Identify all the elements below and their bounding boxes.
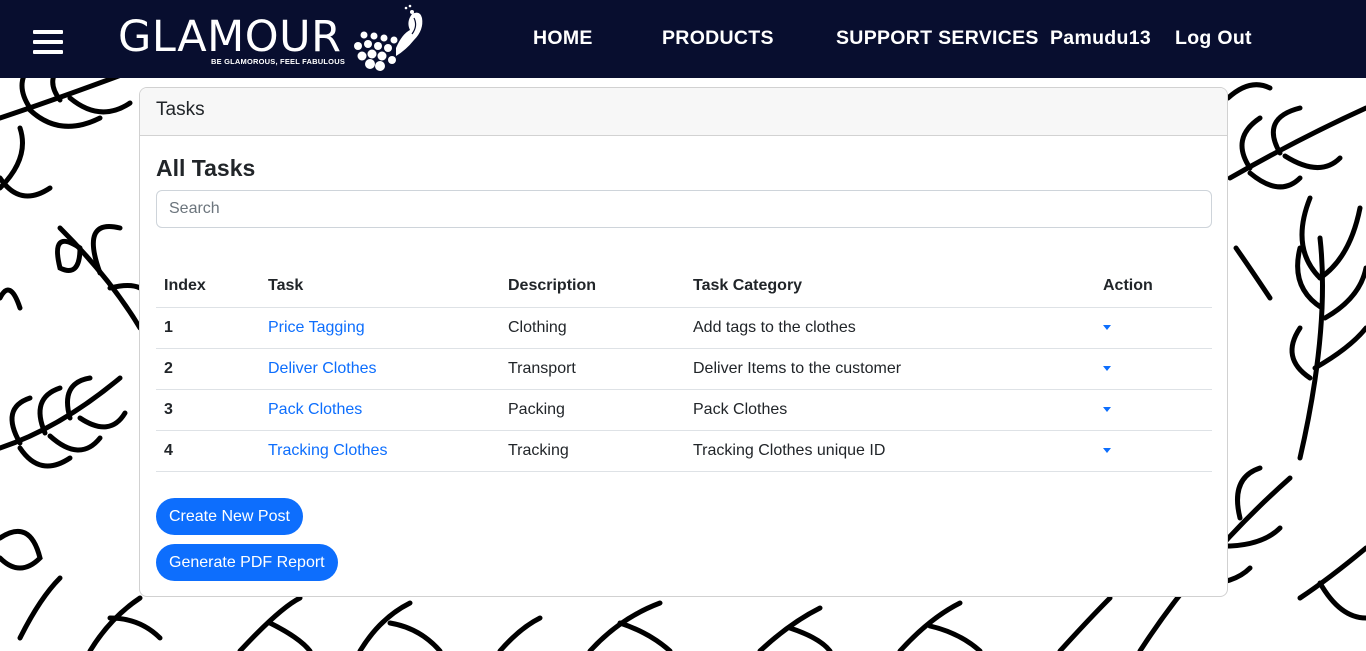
card-header: Tasks [140, 88, 1227, 136]
action-dropdown-icon[interactable] [1103, 406, 1111, 412]
task-link[interactable]: Price Tagging [268, 319, 365, 336]
column-header-task-category: Task Category [685, 265, 1095, 308]
row-description: Tracking [500, 430, 685, 472]
action-dropdown-icon[interactable] [1103, 324, 1111, 330]
table-row: 1 Price Tagging Clothing Add tags to the… [156, 307, 1212, 349]
task-link[interactable]: Pack Clothes [268, 401, 362, 418]
row-index: 3 [156, 389, 260, 431]
table-row: 2 Deliver Clothes Transport Deliver Item… [156, 348, 1212, 390]
brand-tagline: BE GLAMOROUS, FEEL FABULOUS [211, 57, 346, 66]
tasks-card: Tasks All Tasks Index Task Description T… [139, 87, 1228, 597]
column-header-action: Action [1095, 265, 1212, 308]
column-header-description: Description [500, 265, 685, 308]
table-row: 3 Pack Clothes Packing Pack Clothes [156, 389, 1212, 431]
row-description: Packing [500, 389, 685, 431]
row-category: Pack Clothes [685, 389, 1095, 431]
column-header-task: Task [260, 265, 500, 308]
action-dropdown-icon[interactable] [1103, 447, 1111, 453]
column-header-index: Index [156, 265, 260, 308]
search-input[interactable] [156, 190, 1212, 228]
task-link[interactable]: Deliver Clothes [268, 360, 376, 377]
create-new-post-button[interactable]: Create New Post [156, 498, 303, 535]
action-dropdown-icon[interactable] [1103, 365, 1111, 371]
row-description: Clothing [500, 307, 685, 349]
table-row: 4 Tracking Clothes Tracking Tracking Clo… [156, 430, 1212, 472]
brand-logo[interactable]: GLAMOUR BE GLAMOROUS, FEEL FABULOUS [118, 4, 428, 76]
nav-user-link[interactable]: Pamudu13 [1050, 26, 1151, 50]
nav-logout-link[interactable]: Log Out [1175, 26, 1252, 50]
row-index: 2 [156, 348, 260, 390]
nav-products-link[interactable]: PRODUCTS [662, 26, 774, 50]
row-index: 4 [156, 430, 260, 472]
peacock-logo-icon [354, 4, 423, 71]
menu-icon[interactable] [33, 30, 63, 58]
table-header-row: Index Task Description Task Category Act… [156, 265, 1212, 308]
nav-home-link[interactable]: HOME [533, 26, 593, 50]
generate-pdf-report-button[interactable]: Generate PDF Report [156, 544, 338, 581]
brand-name: GLAMOUR [118, 12, 342, 62]
tasks-table: Index Task Description Task Category Act… [156, 265, 1212, 472]
row-description: Transport [500, 348, 685, 390]
task-link[interactable]: Tracking Clothes [268, 442, 387, 459]
row-category: Deliver Items to the customer [685, 348, 1095, 390]
top-navbar: GLAMOUR BE GLAMOROUS, FEEL FABULOUS HOME… [0, 0, 1366, 78]
row-category: Tracking Clothes unique ID [685, 430, 1095, 472]
row-category: Add tags to the clothes [685, 307, 1095, 349]
row-index: 1 [156, 307, 260, 349]
page-title: All Tasks [156, 155, 256, 181]
nav-support-services-link[interactable]: SUPPORT SERVICES [836, 26, 1039, 50]
